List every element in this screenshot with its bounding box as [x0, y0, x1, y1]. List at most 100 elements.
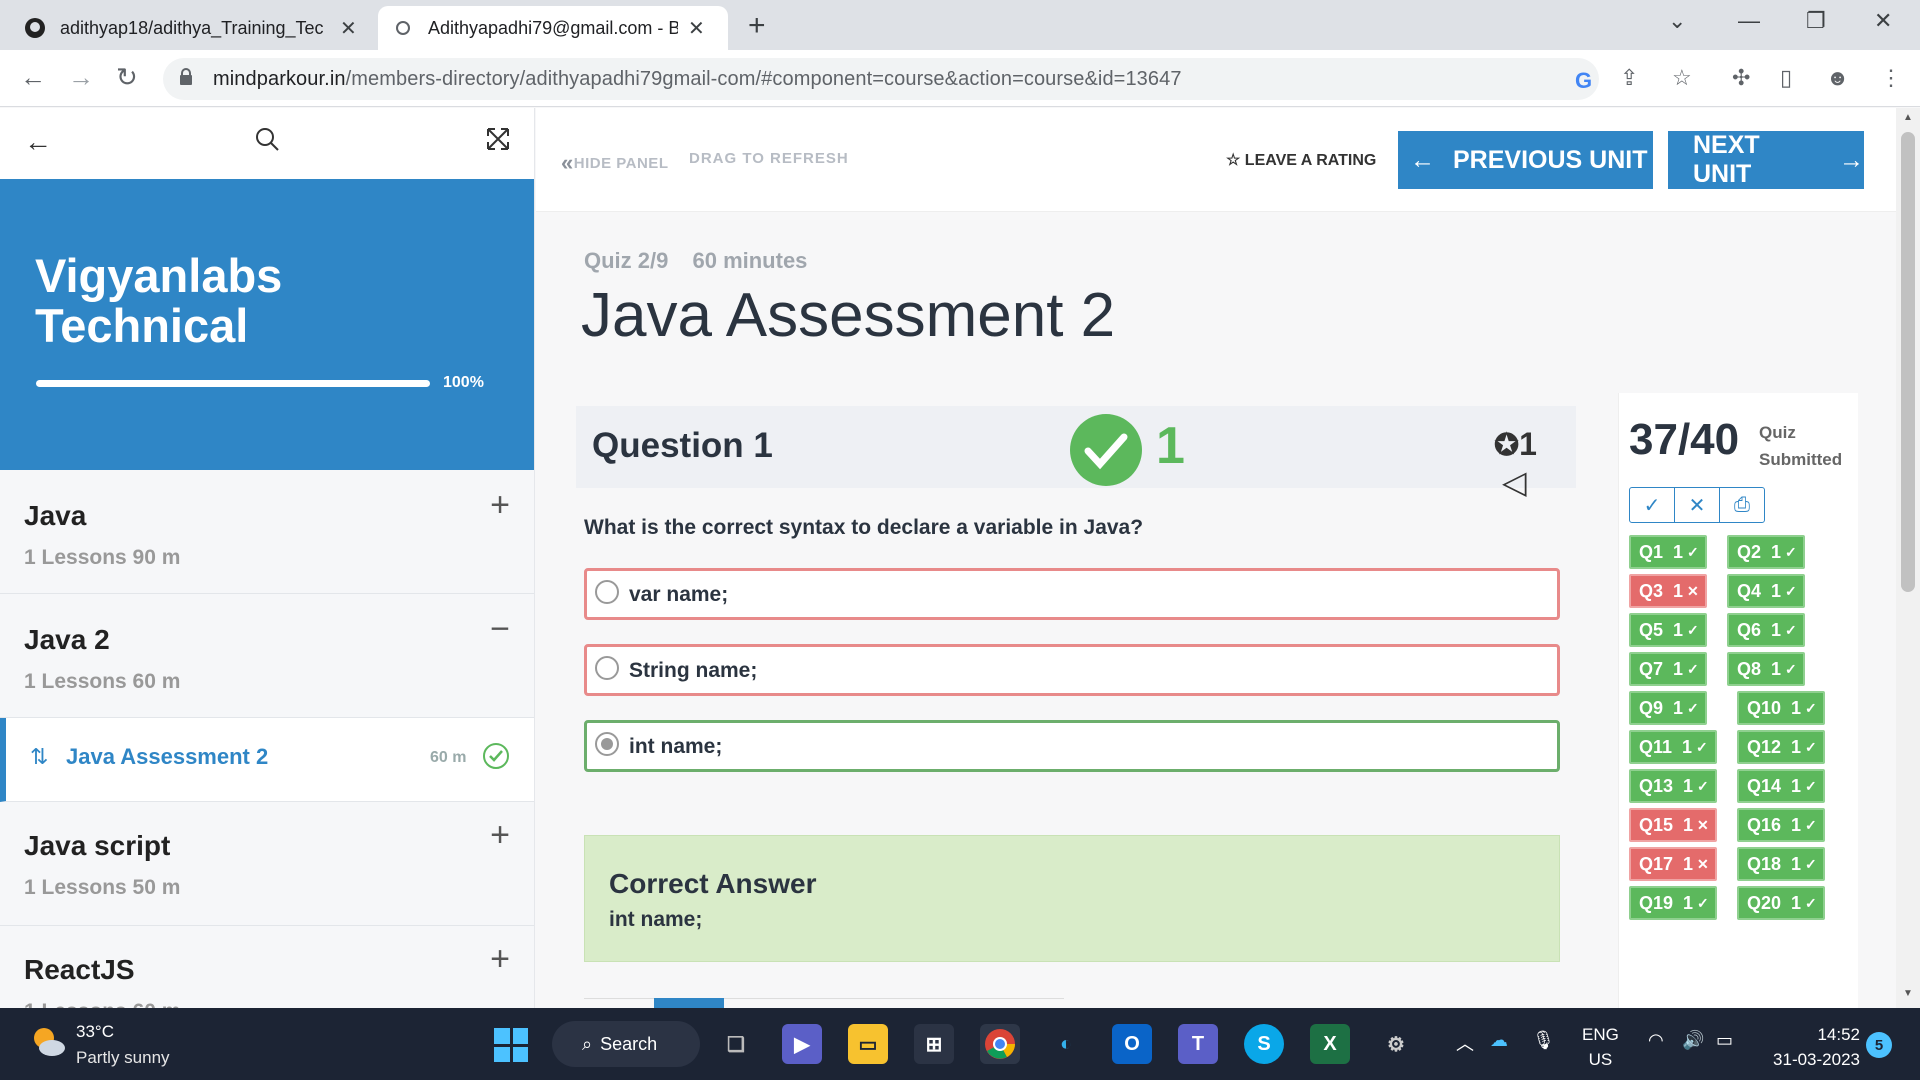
question-badge-q11[interactable]: Q11 1 ✓ — [1629, 730, 1717, 764]
edge-icon[interactable]: ◐ — [1046, 1024, 1086, 1064]
teams-icon[interactable]: T — [1178, 1024, 1218, 1064]
forward-icon[interactable]: → — [68, 62, 94, 93]
question-badge-q14[interactable]: Q14 1 ✓ — [1737, 769, 1825, 803]
minimize-icon[interactable]: — — [1738, 8, 1760, 34]
question-badge-q7[interactable]: Q7 1 ✓ — [1629, 652, 1707, 686]
collapse-minus-icon[interactable]: − — [490, 610, 510, 649]
filter-correct-icon[interactable]: ✓ — [1630, 488, 1675, 522]
previous-unit-button[interactable]: ← PREVIOUS UNIT — [1398, 131, 1653, 189]
question-badge-q8[interactable]: Q8 1 ✓ — [1727, 652, 1805, 686]
lock-icon[interactable] — [179, 68, 193, 91]
filter-wrong-icon[interactable]: ✕ — [1675, 488, 1720, 522]
question-badge-q5[interactable]: Q5 1 ✓ — [1629, 613, 1707, 647]
radio-button[interactable] — [595, 580, 619, 604]
question-badge-q19[interactable]: Q19 1 ✓ — [1629, 886, 1717, 920]
mic-muted-icon[interactable]: 🎙 — [1532, 1030, 1555, 1051]
extensions-icon[interactable]: ✣ — [1732, 65, 1750, 91]
question-badge-q17[interactable]: Q17 1 ✕ — [1629, 847, 1717, 881]
question-badge-q15[interactable]: Q15 1 ✕ — [1629, 808, 1717, 842]
question-badge-q4[interactable]: Q4 1 ✓ — [1727, 574, 1805, 608]
tab-github[interactable]: adithyap18/adithya_Training_Tec ✕ — [10, 6, 371, 50]
google-icon[interactable]: G — [1575, 68, 1592, 94]
flag-icon[interactable]: ◁ — [1502, 464, 1527, 500]
back-icon[interactable]: ← — [20, 62, 46, 93]
windows-start-icon[interactable] — [494, 1028, 528, 1062]
question-badge-q9[interactable]: Q9 1 ✓ — [1629, 691, 1707, 725]
outlook-icon[interactable]: O — [1112, 1024, 1152, 1064]
skype-icon[interactable]: S — [1244, 1024, 1284, 1064]
question-badge-q1[interactable]: Q1 1 ✓ — [1629, 535, 1707, 569]
address-bar[interactable]: mindparkour.in/members-directory/adithya… — [163, 58, 1599, 100]
restore-icon[interactable]: ❐ — [1806, 8, 1826, 34]
question-badge-points: 1 — [1771, 541, 1782, 562]
expand-plus-icon[interactable]: + — [490, 486, 510, 525]
tab-mindparkour[interactable]: Adithyapadhi79@gmail.com - Be ✕ — [378, 6, 728, 50]
weather-condition: Partly sunny — [76, 1048, 170, 1067]
close-icon[interactable]: ✕ — [340, 16, 357, 41]
expand-icon[interactable] — [486, 126, 510, 158]
task-view-icon[interactable]: ❑ — [716, 1024, 756, 1064]
profile-avatar[interactable]: ☻ — [1826, 65, 1849, 91]
star-icon[interactable]: ☆ — [1672, 65, 1692, 91]
scrollbar-thumb[interactable] — [1901, 132, 1915, 592]
option-var-name[interactable]: var name; — [584, 568, 1560, 620]
section-java-script[interactable]: Java script 1 Lessons 50 m + — [0, 802, 534, 926]
expand-plus-icon[interactable]: + — [490, 940, 510, 979]
back-arrow-icon[interactable]: ← — [24, 126, 52, 158]
close-icon[interactable]: ✕ — [688, 16, 705, 41]
question-badge-q18[interactable]: Q18 1 ✓ — [1737, 847, 1825, 881]
file-explorer-icon[interactable]: ▭ — [848, 1024, 888, 1064]
option-int-name[interactable]: int name; — [584, 720, 1560, 772]
leave-rating-button[interactable]: ☆ LEAVE A RATING — [1226, 150, 1376, 170]
question-badge-q20[interactable]: Q20 1 ✓ — [1737, 886, 1825, 920]
print-icon[interactable]: ⎙ — [1720, 488, 1764, 522]
pager-current[interactable] — [654, 998, 724, 1008]
scroll-down-icon[interactable]: ▼ — [1903, 988, 1913, 999]
next-unit-button[interactable]: NEXT UNIT → — [1668, 131, 1864, 189]
radio-button[interactable] — [595, 656, 619, 680]
notification-badge[interactable]: 5 — [1866, 1032, 1892, 1058]
question-pager[interactable] — [584, 998, 1064, 1008]
scroll-up-icon[interactable]: ▲ — [1903, 112, 1913, 123]
settings-gear-icon[interactable]: ⚙ — [1376, 1024, 1416, 1064]
expand-plus-icon[interactable]: + — [490, 816, 510, 855]
question-badge-q10[interactable]: Q10 1 ✓ — [1737, 691, 1825, 725]
tray-chevron-icon[interactable]: ︿ — [1456, 1030, 1474, 1056]
question-badge-q2[interactable]: Q2 1 ✓ — [1727, 535, 1805, 569]
menu-icon[interactable]: ⋮ — [1880, 65, 1902, 91]
weather-icon[interactable] — [28, 1022, 68, 1067]
new-tab-button[interactable]: + — [748, 9, 766, 43]
search-icon[interactable] — [254, 126, 280, 159]
teams-chat-icon[interactable]: ▶ — [782, 1024, 822, 1064]
question-badge-q16[interactable]: Q16 1 ✓ — [1737, 808, 1825, 842]
question-badge-q13[interactable]: Q13 1 ✓ — [1629, 769, 1717, 803]
taskbar-search[interactable]: ⌕ Search — [552, 1021, 700, 1067]
volume-icon[interactable]: 🔊 — [1682, 1030, 1704, 1051]
check-icon: ✓ — [1805, 777, 1817, 794]
section-reactjs[interactable]: ReactJS 1 Lessons 60 m + — [0, 926, 534, 1008]
chrome-icon[interactable] — [980, 1024, 1020, 1064]
onedrive-icon[interactable]: ☁ — [1490, 1030, 1508, 1051]
store-icon[interactable]: ⊞ — [914, 1024, 954, 1064]
page-scrollbar[interactable]: ▲ ▼ — [1896, 108, 1920, 1008]
share-icon[interactable]: ⇪ — [1620, 65, 1638, 91]
side-panel-icon[interactable]: ▯ — [1780, 65, 1792, 91]
question-badge-q12[interactable]: Q12 1 ✓ — [1737, 730, 1825, 764]
section-java[interactable]: Java 1 Lessons 90 m + — [0, 470, 534, 594]
radio-button-selected[interactable] — [595, 732, 619, 756]
window-close-icon[interactable]: ✕ — [1874, 8, 1892, 34]
question-badge-q6[interactable]: Q6 1 ✓ — [1727, 613, 1805, 647]
section-java-2[interactable]: Java 2 1 Lessons 60 m − — [0, 594, 534, 718]
tab-search-icon[interactable]: ⌄ — [1668, 8, 1686, 34]
wifi-icon[interactable]: ◠ — [1648, 1030, 1664, 1051]
question-badge-q3[interactable]: Q3 1 ✕ — [1629, 574, 1707, 608]
input-language[interactable]: ENG US — [1582, 1022, 1619, 1072]
award-icon: ✪ — [1494, 429, 1520, 462]
option-string-name[interactable]: String name; — [584, 644, 1560, 696]
reload-icon[interactable]: ↻ — [116, 62, 138, 93]
taskbar-clock[interactable]: 14:52 31-03-2023 — [1760, 1022, 1860, 1072]
hide-panel-button[interactable]: «HIDE PANEL — [561, 150, 668, 176]
lesson-java-assessment-2[interactable]: ⇅ Java Assessment 2 60 m — [0, 718, 534, 802]
excel-icon[interactable]: X — [1310, 1024, 1350, 1064]
battery-icon[interactable]: ▭ — [1716, 1030, 1733, 1051]
